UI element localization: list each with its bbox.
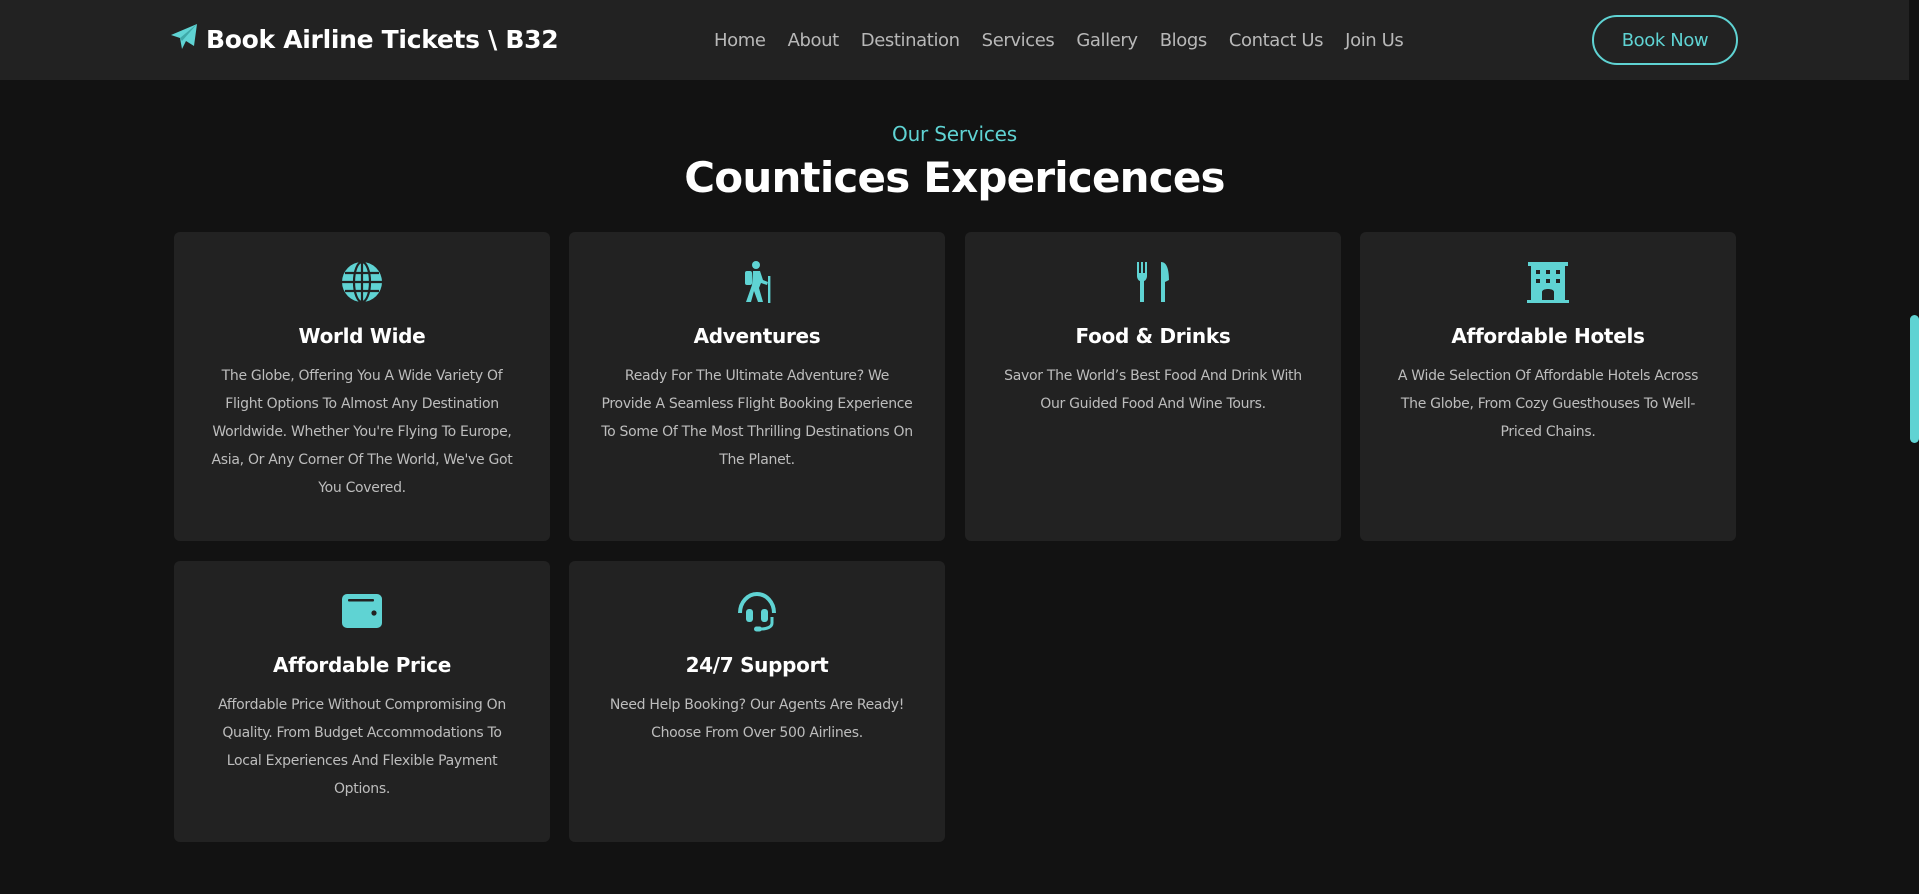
- service-description: A Wide Selection Of Affordable Hotels Ac…: [1397, 368, 1699, 440]
- section-subtitle: Our Services: [892, 122, 1017, 146]
- nav-services[interactable]: Services: [982, 30, 1055, 51]
- nav-blogs[interactable]: Blogs: [1160, 30, 1208, 51]
- service-title: World Wide: [298, 324, 426, 348]
- globe-icon: [174, 260, 550, 306]
- nav-home[interactable]: Home: [714, 30, 766, 51]
- service-card-support: 24/7 Support Need Help Booking? Our Agen…: [569, 561, 945, 842]
- site-header: Book Airline Tickets \ B32 Home About De…: [0, 0, 1909, 80]
- section-title: Countices Expericences: [684, 153, 1225, 202]
- service-description: Savor The World’s Best Food And Drink Wi…: [1004, 368, 1302, 412]
- nav-destination[interactable]: Destination: [861, 30, 960, 51]
- wallet-icon: [174, 589, 550, 635]
- service-title: Affordable Hotels: [1451, 324, 1645, 348]
- service-card-affordable-price: Affordable Price Affordable Price Withou…: [174, 561, 550, 842]
- service-description: The Globe, Offering You A Wide Variety O…: [211, 368, 513, 496]
- service-description: Need Help Booking? Our Agents Are Ready!…: [609, 697, 905, 741]
- service-title: Adventures: [693, 324, 821, 348]
- headset-icon: [569, 589, 945, 635]
- service-card-affordable-hotels: Affordable Hotels A Wide Selection Of Af…: [1360, 232, 1736, 541]
- brand-name: Book Airline Tickets \ B32: [206, 24, 559, 54]
- service-title: 24/7 Support: [685, 653, 829, 677]
- paper-plane-icon: [170, 23, 198, 55]
- service-card-food-drinks: Food & Drinks Savor The World’s Best Foo…: [965, 232, 1341, 541]
- hotel-icon: [1360, 260, 1736, 306]
- nav-about[interactable]: About: [788, 30, 840, 51]
- page-scrollbar[interactable]: [1910, 315, 1919, 443]
- main-nav: Home About Destination Services Gallery …: [714, 26, 1404, 54]
- service-card-world-wide: World Wide The Globe, Offering You A Wid…: [174, 232, 550, 541]
- service-description: Affordable Price Without Compromising On…: [218, 697, 506, 797]
- nav-contact-us[interactable]: Contact Us: [1229, 30, 1324, 51]
- service-title: Food & Drinks: [1075, 324, 1231, 348]
- book-now-button[interactable]: Book Now: [1592, 15, 1738, 65]
- hiker-icon: [569, 260, 945, 306]
- service-card-adventures: Adventures Ready For The Ultimate Advent…: [569, 232, 945, 541]
- brand-logo[interactable]: Book Airline Tickets \ B32: [170, 20, 559, 58]
- nav-join-us[interactable]: Join Us: [1345, 30, 1404, 51]
- service-title: Affordable Price: [273, 653, 451, 677]
- service-description: Ready For The Ultimate Adventure? We Pro…: [601, 368, 913, 468]
- nav-gallery[interactable]: Gallery: [1076, 30, 1138, 51]
- utensils-icon: [965, 260, 1341, 306]
